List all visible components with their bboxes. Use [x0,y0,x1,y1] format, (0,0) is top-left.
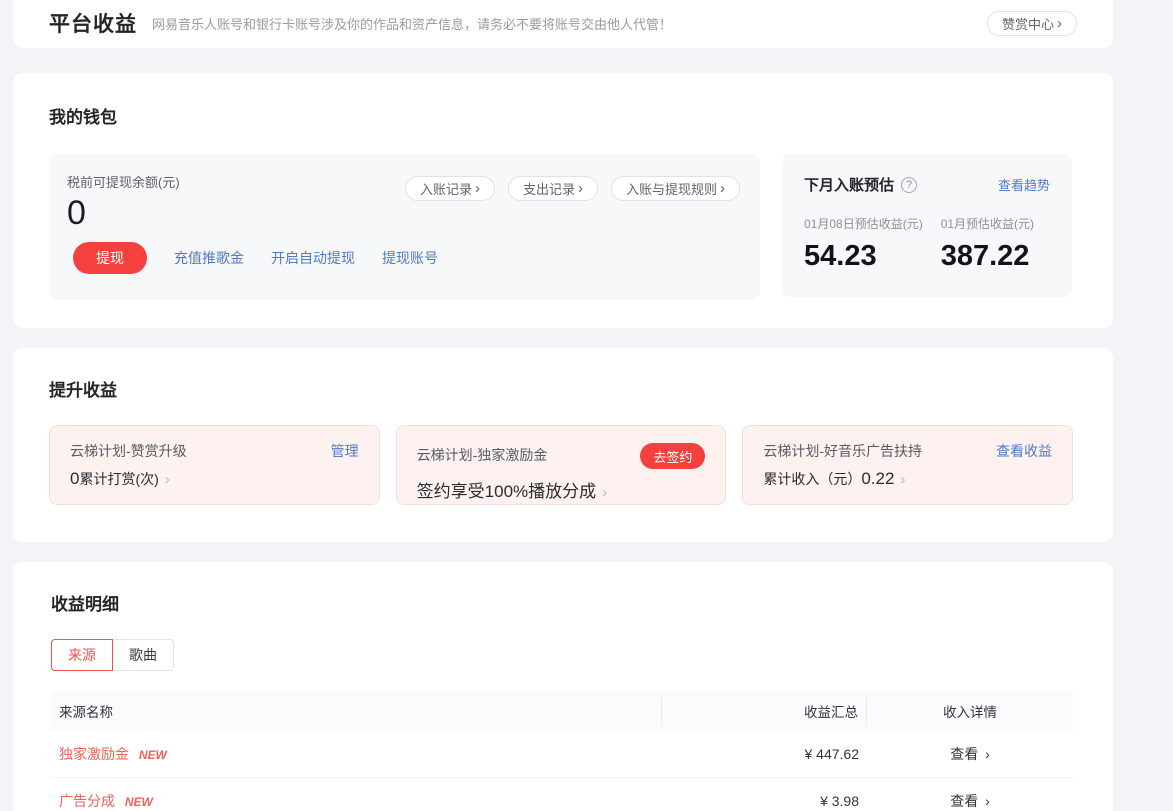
boost-section: 提升收益 云梯计划-赞赏升级 管理 0 累计打赏(次) › 云梯计划-独家激励金… [13,348,1113,542]
new-badge: NEW [139,748,167,762]
tip-count-value: 0 [70,469,79,489]
boost-card-body[interactable]: 累计收入（元） 0.22 › [763,469,1052,489]
details-section: 收益明细 来源 歌曲 来源名称 收益汇总 收入详情 独家激励金 NEW ¥ 44… [13,562,1113,811]
withdraw-button[interactable]: 提现 [73,242,147,274]
view-label: 查看 [950,793,978,809]
boost-card-title: 云梯计划-赞赏升级 [70,441,187,461]
revenue-amount: ¥ 3.98 [662,793,867,809]
table-row: 独家激励金 NEW ¥ 447.62 查看 › [51,731,1073,778]
boost-card-body[interactable]: 签约享受100%播放分成 › [417,477,706,502]
boost-card-body[interactable]: 0 累计打赏(次) › [70,469,359,489]
wallet-section-title: 我的钱包 [49,103,1073,128]
chevron-right-icon: › [165,471,170,488]
boost-card-title: 云梯计划-独家激励金 [417,445,548,465]
revenue-table: 来源名称 收益汇总 收入详情 独家激励金 NEW ¥ 447.62 查看 › [51,691,1073,811]
view-detail-link[interactable]: 查看 › [950,793,990,809]
reward-center-label: 赞赏中心 [1002,14,1054,33]
forecast-title: 下月入账预估 [804,174,894,195]
chevron-right-icon: › [720,181,725,196]
col-revenue-total: 收益汇总 [662,697,867,725]
table-header-row: 来源名称 收益汇总 收入详情 [51,691,1073,731]
boost-card-reward-upgrade: 云梯计划-赞赏升级 管理 0 累计打赏(次) › [49,425,380,505]
income-withdraw-rules-label: 入账与提现规则 [626,179,717,198]
forecast-day-value: 54.23 [804,240,923,273]
platform-revenue-page: 平台收益 网易音乐人账号和银行卡账号涉及你的作品和资产信息，请务必不要将账号交由… [0,0,1173,811]
recharge-promo-link[interactable]: 充值推歌金 [174,248,244,268]
view-revenue-link[interactable]: 查看收益 [996,441,1052,461]
source-name-link[interactable]: 广告分成 [59,793,115,809]
expense-records-button[interactable]: 支出记录 › [508,176,598,201]
wallet-section: 我的钱包 税前可提现余额(元) 0 入账记录 › 支出记录 › 入账与提现规则 [13,73,1113,328]
boost-card-title: 云梯计划-好音乐广告扶持 [763,441,922,461]
view-label: 查看 [950,746,978,762]
chevron-right-icon: › [985,793,990,809]
cumulative-income-value: 0.22 [861,469,894,489]
view-detail-link[interactable]: 查看 › [950,746,990,762]
forecast-stat-month: 01月预估收益(元) 387.22 [941,215,1034,273]
balance-panel: 税前可提现余额(元) 0 入账记录 › 支出记录 › 入账与提现规则 › [49,154,760,300]
chevron-right-icon: › [578,181,583,196]
page-header: 平台收益 网易音乐人账号和银行卡账号涉及你的作品和资产信息，请务必不要将账号交由… [13,0,1113,48]
boost-card-exclusive-incentive: 云梯计划-独家激励金 去签约 签约享受100%播放分成 › [396,425,727,505]
income-records-label: 入账记录 [420,179,472,198]
cumulative-income-label: 累计收入（元） [763,469,861,489]
income-records-button[interactable]: 入账记录 › [405,176,495,201]
auto-withdraw-link[interactable]: 开启自动提现 [271,248,355,268]
forecast-month-value: 387.22 [941,240,1034,273]
col-source-name: 来源名称 [51,697,662,725]
forecast-panel: 下月入账预估 ? 查看趋势 01月08日预估收益(元) 54.23 01月预估收… [782,154,1072,297]
col-income-detail: 收入详情 [867,701,1073,721]
income-withdraw-rules-button[interactable]: 入账与提现规则 › [611,176,740,201]
forecast-day-label: 01月08日预估收益(元) [804,215,923,232]
chevron-right-icon: › [1057,16,1062,31]
withdraw-account-link[interactable]: 提现账号 [382,248,438,268]
reward-center-button[interactable]: 赞赏中心 › [987,11,1077,36]
boost-section-title: 提升收益 [49,376,1073,401]
details-section-title: 收益明细 [51,590,1073,615]
source-name-link[interactable]: 独家激励金 [59,746,129,762]
expense-records-label: 支出记录 [523,179,575,198]
chevron-right-icon: › [602,484,607,501]
view-trend-link[interactable]: 查看趋势 [998,175,1050,194]
table-row: 广告分成 NEW ¥ 3.98 查看 › [51,778,1073,811]
wallet-actions: 提现 充值推歌金 开启自动提现 提现账号 [73,242,438,274]
record-buttons-group: 入账记录 › 支出记录 › 入账与提现规则 › [405,176,740,201]
tab-source[interactable]: 来源 [51,639,113,671]
sign-benefit-label: 签约享受100%播放分成 [417,477,596,502]
revenue-amount: ¥ 447.62 [662,746,867,762]
boost-card-ad-support: 云梯计划-好音乐广告扶持 查看收益 累计收入（元） 0.22 › [742,425,1073,505]
go-sign-button[interactable]: 去签约 [640,443,705,469]
chevron-right-icon: › [985,746,990,762]
tip-count-label: 累计打赏(次) [79,469,158,489]
details-tabs: 来源 歌曲 [51,639,174,671]
tab-song[interactable]: 歌曲 [112,639,174,671]
page-title: 平台收益 [49,8,137,38]
forecast-month-label: 01月预估收益(元) [941,215,1034,232]
account-safety-notice: 网易音乐人账号和银行卡账号涉及你的作品和资产信息，请务必不要将账号交由他人代管！ [152,14,987,33]
help-icon[interactable]: ? [901,177,917,193]
chevron-right-icon: › [475,181,480,196]
new-badge: NEW [125,795,153,809]
forecast-stat-day: 01月08日预估收益(元) 54.23 [804,215,923,273]
manage-link[interactable]: 管理 [331,441,359,461]
chevron-right-icon: › [900,471,905,488]
